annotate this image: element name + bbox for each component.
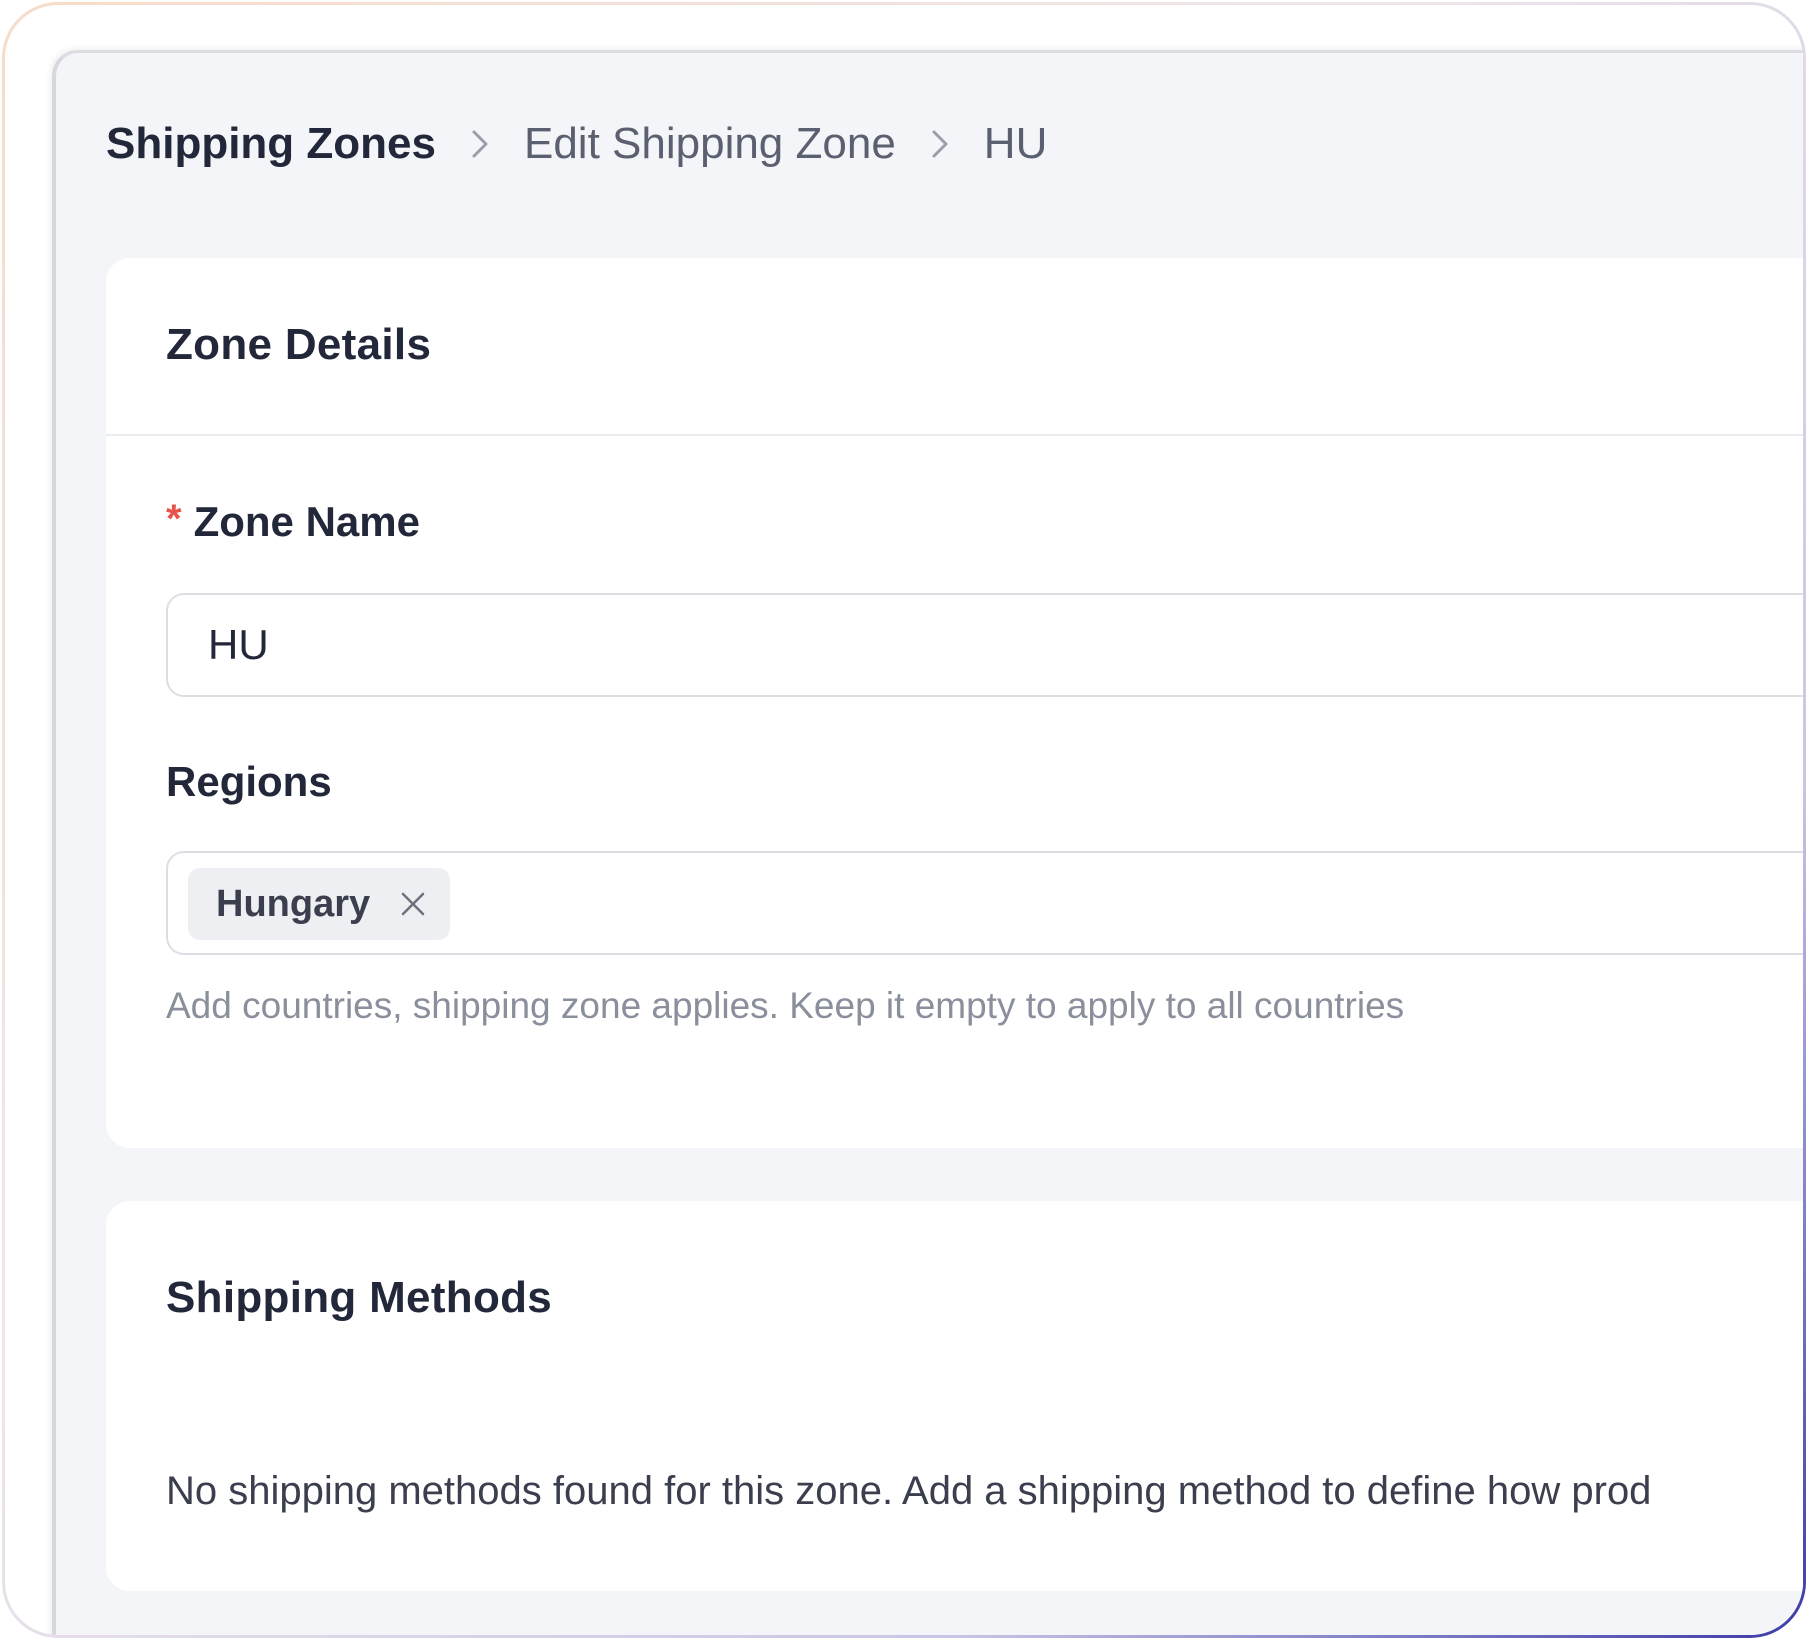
- shipping-methods-card: Shipping Methods No shipping methods fou…: [106, 1201, 1803, 1591]
- zone-name-input[interactable]: [208, 621, 1803, 669]
- regions-select[interactable]: Hungary: [166, 851, 1803, 955]
- zone-name-label-text: Zone Name: [193, 498, 420, 545]
- regions-help-text: Add countries, shipping zone applies. Ke…: [166, 985, 1405, 1026]
- card-divider: [106, 434, 1803, 436]
- shipping-methods-title: Shipping Methods: [166, 1273, 553, 1322]
- zone-name-field[interactable]: [166, 593, 1803, 697]
- chevron-right-icon: [932, 130, 948, 158]
- breadcrumb: Shipping Zones Edit Shipping Zone HU: [106, 119, 1047, 169]
- breadcrumb-current: HU: [983, 119, 1048, 168]
- required-marker: *: [166, 497, 182, 541]
- close-icon[interactable]: [398, 889, 428, 919]
- breadcrumb-shipping-zones[interactable]: Shipping Zones: [106, 119, 436, 169]
- zone-details-title: Zone Details: [166, 320, 432, 369]
- zone-name-label: * Zone Name: [166, 497, 420, 546]
- window-frame: Shipping Zones Edit Shipping Zone HU Zon…: [2, 2, 1806, 1638]
- region-tag-label: Hungary: [216, 882, 371, 925]
- zone-details-card: Zone Details *Zone Name Regions Hungary: [106, 258, 1803, 1148]
- chevron-right-icon: [472, 130, 488, 158]
- regions-label: Regions: [166, 758, 332, 805]
- app-panel: Shipping Zones Edit Shipping Zone HU Zon…: [52, 50, 1803, 1635]
- shipping-methods-empty-message: No shipping methods found for this zone.…: [166, 1469, 1652, 1513]
- window-content: Shipping Zones Edit Shipping Zone HU Zon…: [5, 5, 1803, 1635]
- breadcrumb-edit-shipping-zone[interactable]: Edit Shipping Zone: [524, 119, 896, 169]
- region-tag: Hungary: [188, 868, 451, 940]
